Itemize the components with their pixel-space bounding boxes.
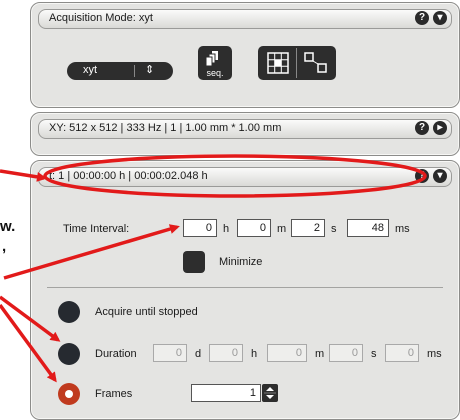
hours-unit: h [223,223,230,235]
hours-unit: h [251,348,258,360]
days-unit: d [195,348,202,360]
panel-title: t: 1 | 00:00:00 h | 00:00:02.048 h [49,170,208,182]
time-panel: t: 1 | 00:00:00 h | 00:00:02.048 h ? ▾ T… [30,160,460,420]
scan-layout-buttons [258,46,336,80]
interval-hours-field[interactable]: 0 [183,219,217,237]
duration-ms-field[interactable]: 0 [385,344,419,362]
duration-label: Duration [95,348,137,360]
help-icon[interactable]: ? [415,11,429,25]
cropped-text-fragment: w. [0,218,16,235]
acquire-until-stopped-label: Acquire until stopped [95,306,198,318]
panel-header: XY: 512 x 512 | 333 Hz | 1 | 1.00 mm * 1… [38,119,452,139]
sequence-button[interactable]: seq. [198,46,232,80]
panel-header: Acquisition Mode: xyt ? ▾ [38,9,452,29]
tile-icon [304,52,327,73]
expand-icon[interactable]: ▸ [433,121,447,135]
tile-scan-button[interactable] [298,48,334,78]
acquisition-mode-panel: Acquisition Mode: xyt ? ▾ xyt ⇕ seq. [30,2,460,108]
divider [134,65,135,77]
mode-value: xyt [83,64,98,76]
frames-field[interactable]: 1 [191,384,261,402]
minutes-unit: m [315,348,325,360]
time-interval-label: Time Interval: [63,223,130,235]
grid-scan-button[interactable] [260,48,297,78]
interval-ms-field[interactable]: 48 [347,219,389,237]
panel-title: Acquisition Mode: xyt [49,12,153,24]
divider [47,287,443,288]
sequence-icon: seq. [205,51,224,78]
minimize-button[interactable] [183,251,205,273]
frames-label: Frames [95,388,133,400]
ms-unit: ms [395,223,410,235]
acquisition-mode-select[interactable]: xyt ⇕ [67,62,173,80]
duration-seconds-field[interactable]: 0 [329,344,363,362]
stepper-arrows-icon [264,387,276,399]
panel-header: t: 1 | 00:00:00 h | 00:00:02.048 h ? ▾ [38,167,452,187]
interval-minutes-field[interactable]: 0 [237,219,271,237]
minutes-unit: m [277,223,287,235]
duration-radio[interactable] [58,343,80,365]
seconds-unit: s [371,348,377,360]
xy-panel: XY: 512 x 512 | 333 Hz | 1 | 1.00 mm * 1… [30,112,460,156]
seconds-unit: s [331,223,337,235]
duration-days-field[interactable]: 0 [153,344,187,362]
cropped-text-fragment: , [2,238,7,255]
help-icon[interactable]: ? [415,169,429,183]
frames-stepper[interactable] [262,384,278,402]
help-icon[interactable]: ? [415,121,429,135]
grid-icon [267,52,289,74]
panel-title: XY: 512 x 512 | 333 Hz | 1 | 1.00 mm * 1… [49,122,282,134]
updown-arrows-icon: ⇕ [145,64,155,76]
interval-seconds-field[interactable]: 2 [291,219,325,237]
frames-radio[interactable] [58,383,80,405]
minimize-label: Minimize [219,256,263,268]
duration-minutes-field[interactable]: 0 [267,344,307,362]
acquire-until-stopped-radio[interactable] [58,301,80,323]
collapse-icon[interactable]: ▾ [433,11,447,25]
duration-hours-field[interactable]: 0 [209,344,243,362]
svg-text:seq.: seq. [206,68,223,78]
collapse-icon[interactable]: ▾ [433,169,447,183]
ms-unit: ms [427,348,442,360]
